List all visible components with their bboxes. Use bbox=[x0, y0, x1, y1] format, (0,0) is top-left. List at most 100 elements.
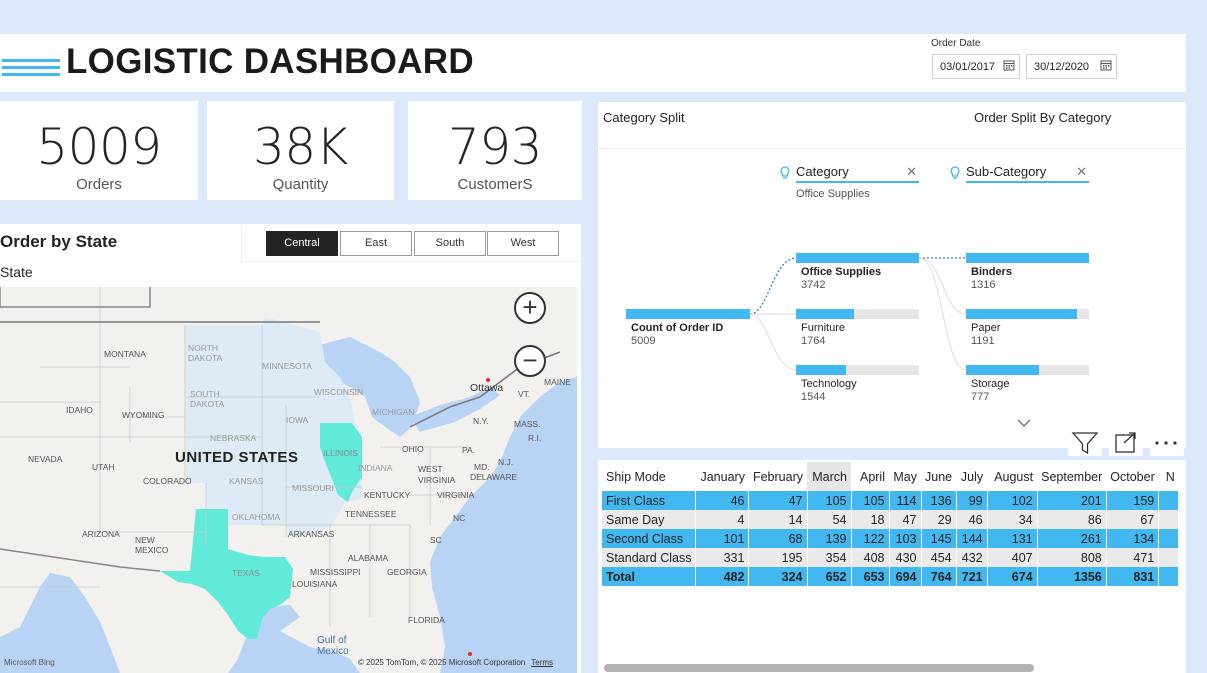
subcategory-node-bar[interactable] bbox=[966, 309, 1089, 319]
category-split-visual: Category Split Order Split By Category C… bbox=[598, 102, 1186, 448]
table-cell: 674 bbox=[987, 567, 1038, 586]
table-cell: 354 bbox=[807, 548, 852, 567]
terms-link[interactable]: Terms bbox=[531, 658, 553, 667]
state-label: MONTANA bbox=[104, 349, 146, 359]
table-row[interactable]: First Class 46 47 105 105 114 136 99 102 201 159 bbox=[602, 491, 1180, 510]
kpi-value: 793 bbox=[448, 118, 542, 176]
category-node-fill bbox=[796, 365, 847, 375]
table-cell bbox=[1158, 510, 1180, 529]
table-cell: 103 bbox=[889, 529, 922, 548]
map-marker bbox=[468, 652, 472, 656]
kpi-card-customers: 793 CustomerS bbox=[408, 101, 582, 200]
region-button-east[interactable]: East bbox=[340, 231, 412, 256]
column-header-month[interactable]: March bbox=[807, 462, 851, 491]
table-row[interactable]: Same Day 4 14 54 18 47 29 46 34 86 67 bbox=[602, 510, 1180, 529]
table-cell: 29 bbox=[921, 510, 957, 529]
root-node-bar[interactable] bbox=[626, 309, 750, 319]
subcategory-node-bar[interactable] bbox=[966, 253, 1089, 263]
table-cell: 471 bbox=[1106, 548, 1160, 567]
table-cell: 131 bbox=[987, 529, 1038, 548]
region-button-west[interactable]: West bbox=[487, 231, 559, 256]
map-subtitle: State bbox=[0, 264, 33, 280]
start-date-value: 03/01/2017 bbox=[940, 61, 996, 73]
state-label: OKLAHOMA bbox=[232, 512, 281, 522]
table-cell: 18 bbox=[851, 510, 890, 529]
end-date-input[interactable]: 30/12/2020 bbox=[1026, 54, 1117, 79]
table-cell: 101 bbox=[695, 529, 750, 548]
state-label: NEVADA bbox=[28, 454, 63, 464]
more-options-icon[interactable] bbox=[1150, 430, 1184, 456]
region-button-south[interactable]: South bbox=[414, 231, 486, 256]
region-button-central[interactable]: Central bbox=[266, 231, 338, 256]
column-header-ship-mode[interactable]: Ship Mode bbox=[602, 462, 696, 491]
column-header-month[interactable]: February bbox=[749, 462, 807, 491]
copyright-text: © 2025 TomTom, © 2025 Microsoft Corporat… bbox=[357, 658, 526, 667]
column-header-month[interactable]: April bbox=[851, 462, 889, 491]
state-label: MASS. bbox=[514, 419, 541, 429]
table-cell: 68 bbox=[748, 529, 808, 548]
ship-mode-table: Ship Mode January February March April May Jun… bbox=[602, 462, 1180, 586]
state-label: KANSAS bbox=[229, 476, 264, 486]
calendar-icon[interactable] bbox=[1100, 59, 1112, 71]
table-cell: 67 bbox=[1106, 510, 1160, 529]
column-header-month[interactable]: July bbox=[956, 462, 987, 491]
city-label: Ottawa bbox=[470, 382, 504, 394]
column-header-month[interactable]: October bbox=[1106, 462, 1158, 491]
column-header-month[interactable]: January bbox=[696, 462, 749, 491]
total-row[interactable]: Total 482 324 652 653 694 764 721 674 1356 831 bbox=[602, 567, 1180, 586]
state-label: TEXAS bbox=[232, 568, 260, 578]
state-label: MD. bbox=[474, 462, 490, 472]
category-node-bar[interactable] bbox=[796, 253, 919, 263]
column-header-month[interactable]: June bbox=[921, 462, 956, 491]
table-cell: 430 bbox=[889, 548, 922, 567]
focus-mode-icon[interactable] bbox=[1109, 430, 1143, 456]
column-header-month[interactable]: September bbox=[1037, 462, 1106, 491]
chevron-down-icon[interactable] bbox=[1016, 418, 1032, 428]
water-label: Gulf of Mexico bbox=[317, 635, 349, 657]
zoom-in-button[interactable]: + bbox=[514, 292, 546, 324]
state-label: FLORIDA bbox=[408, 615, 445, 625]
state-label: N.Y. bbox=[473, 416, 489, 426]
map-canvas[interactable]: MONTANA NORTH DAKOTA MINNESOTA SOUTH DAK… bbox=[0, 287, 577, 673]
table-cell: 721 bbox=[956, 567, 988, 586]
table-cell: 432 bbox=[956, 548, 988, 567]
horizontal-scrollbar[interactable] bbox=[604, 664, 1034, 672]
table-cell: 54 bbox=[807, 510, 852, 529]
state-label: PA. bbox=[462, 445, 476, 455]
state-label: N.J. bbox=[498, 457, 514, 467]
kpi-label: Orders bbox=[76, 176, 122, 193]
order-date-slicer: Order Date 03/01/2017 30/12/2020 bbox=[918, 34, 1186, 92]
table-cell: 764 bbox=[921, 567, 957, 586]
state-label: ILLINOIS bbox=[323, 448, 358, 458]
calendar-icon[interactable] bbox=[1003, 59, 1015, 71]
table-cell: 4 bbox=[695, 510, 750, 529]
column-header-month[interactable]: May bbox=[889, 462, 921, 491]
end-date-value: 30/12/2020 bbox=[1034, 61, 1090, 73]
table-row[interactable]: Standard Class 331 195 354 408 430 454 432 407 80… bbox=[602, 548, 1180, 567]
table-row[interactable]: Second Class 101 68 139 122 103 145 144 131 261 13… bbox=[602, 529, 1180, 548]
table-cell: 261 bbox=[1037, 529, 1107, 548]
state-label: MINNESOTA bbox=[262, 361, 312, 371]
zoom-out-button[interactable]: − bbox=[514, 345, 546, 377]
table-cell: 47 bbox=[748, 491, 808, 510]
state-label: SOUTH DAKOTA bbox=[190, 389, 225, 409]
subcategory-node-bar[interactable] bbox=[966, 365, 1089, 375]
table-cell: 331 bbox=[695, 548, 750, 567]
state-label: MISSOURI bbox=[292, 483, 335, 493]
column-header-month[interactable]: N bbox=[1159, 462, 1179, 491]
subcategory-node-fill bbox=[966, 365, 1039, 375]
filter-icon[interactable] bbox=[1068, 430, 1102, 456]
category-node-bar[interactable] bbox=[796, 365, 919, 375]
column-header-month[interactable]: August bbox=[987, 462, 1037, 491]
subcategory-node-fill bbox=[966, 253, 1089, 263]
state-label: UTAH bbox=[92, 462, 115, 472]
map-copyright: © 2025 TomTom, © 2025 Microsoft Corporat… bbox=[358, 658, 553, 667]
subcategory-node-fill bbox=[966, 309, 1077, 319]
state-label: MAINE bbox=[544, 377, 571, 387]
table-cell bbox=[1158, 529, 1180, 548]
state-label: NC bbox=[453, 513, 466, 523]
page-title: LOGISTIC DASHBOARD bbox=[66, 42, 474, 81]
start-date-input[interactable]: 03/01/2017 bbox=[932, 54, 1020, 79]
state-label: ARIZONA bbox=[82, 529, 120, 539]
category-node-bar[interactable] bbox=[796, 309, 919, 319]
